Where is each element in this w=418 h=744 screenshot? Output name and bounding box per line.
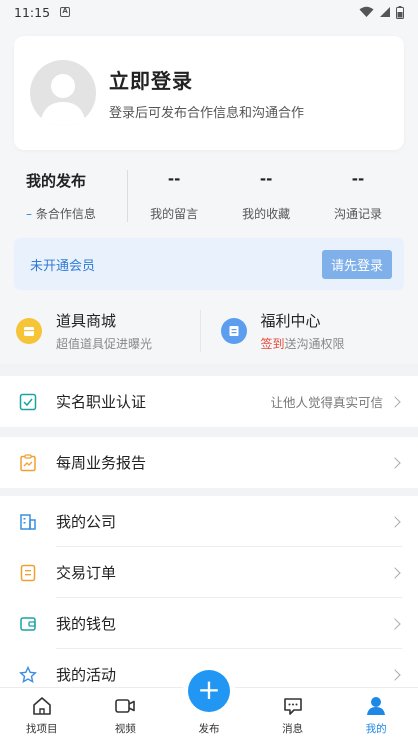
menu-group-report: 每周业务报告	[0, 437, 418, 488]
menu-item-weekly-report[interactable]: 每周业务报告	[0, 437, 418, 488]
check-box-icon	[18, 392, 38, 412]
quick-subtitle: 送沟通权限	[284, 337, 345, 351]
chevron-right-icon	[389, 515, 401, 528]
sim-notification-icon: A	[60, 7, 71, 17]
message-icon	[281, 694, 305, 718]
chevron-right-icon	[389, 617, 401, 630]
video-icon	[113, 694, 137, 718]
building-icon	[18, 512, 38, 532]
menu-label: 每周业务报告	[56, 454, 147, 472]
welfare-center-link[interactable]: 福利中心 签到送沟通权限	[199, 310, 405, 352]
stat-favorites[interactable]: -- 我的收藏	[220, 170, 312, 222]
status-bar: 11:15 A	[0, 0, 418, 24]
stat-value: --	[259, 170, 273, 188]
stat-label: 沟通记录	[334, 207, 383, 221]
stat-publish-label: 条合作信息	[35, 207, 96, 221]
vip-banner[interactable]: 未开通会员 请先登录	[14, 238, 404, 290]
stats-row: 我的发布 – 条合作信息 -- 我的留言 -- 我的收藏 -- 沟通记录	[14, 170, 404, 222]
status-time: 11:15	[14, 4, 51, 20]
menu-item-wallet[interactable]: 我的钱包	[0, 598, 418, 649]
shop-icon	[16, 318, 42, 344]
menu-label: 实名职业认证	[56, 393, 147, 411]
bottom-tab-bar: 找项目 视频 + 发布 消息 我的	[0, 670, 418, 744]
home-icon	[30, 694, 54, 718]
clipboard-chart-icon	[18, 453, 38, 473]
user-icon	[364, 694, 388, 718]
tab-publish[interactable]: + 发布	[167, 670, 251, 744]
profile-section: 立即登录 登录后可发布合作信息和沟通合作 我的发布 – 条合作信息 -- 我的留…	[0, 24, 418, 364]
stat-title: 我的发布	[26, 172, 87, 190]
menu-item-orders[interactable]: 交易订单	[0, 547, 418, 598]
login-title[interactable]: 立即登录	[109, 65, 304, 94]
stat-label: 我的收藏	[242, 207, 291, 221]
stat-label: 我的留言	[150, 207, 199, 221]
stat-messages[interactable]: -- 我的留言	[128, 170, 220, 222]
signal-icon	[380, 7, 390, 17]
list-icon	[220, 318, 247, 344]
tab-label: 找项目	[26, 723, 58, 735]
chevron-right-icon	[389, 395, 401, 408]
signin-highlight: 签到	[260, 337, 285, 351]
tab-label: 视频	[114, 723, 136, 735]
tab-label: 我的	[365, 723, 387, 735]
menu-item-verify[interactable]: 实名职业认证 让他人觉得真实可信	[0, 376, 418, 427]
tab-label: 发布	[198, 723, 220, 735]
stat-value: --	[351, 170, 365, 188]
stat-contact-records[interactable]: -- 沟通记录	[312, 170, 404, 222]
vip-status-text: 未开通会员	[30, 258, 96, 274]
tab-label: 消息	[282, 723, 304, 735]
tab-mine[interactable]: 我的	[334, 688, 418, 744]
menu-group-verify: 实名职业认证 让他人觉得真实可信	[0, 376, 418, 427]
menu-label: 我的公司	[56, 513, 117, 531]
quick-subtitle: 超值道具促进曝光	[56, 337, 153, 351]
quick-links: 道具商城 超值道具促进曝光 福利中心 签到送沟通权限	[14, 302, 404, 360]
battery-icon	[396, 5, 404, 19]
chevron-right-icon	[389, 566, 401, 579]
menu-label: 交易订单	[56, 564, 117, 582]
login-first-button[interactable]: 请先登录	[321, 249, 392, 279]
login-subtitle: 登录后可发布合作信息和沟通合作	[109, 106, 305, 121]
stat-value: --	[167, 170, 181, 188]
wifi-icon	[359, 6, 374, 17]
default-avatar-icon	[40, 74, 86, 126]
tab-messages[interactable]: 消息	[251, 688, 335, 744]
chevron-right-icon	[389, 456, 401, 469]
stat-my-publish[interactable]: 我的发布 – 条合作信息	[14, 170, 129, 222]
prop-shop-link[interactable]: 道具商城 超值道具促进曝光	[14, 310, 200, 352]
tab-find-projects[interactable]: 找项目	[0, 688, 84, 744]
menu-label: 我的钱包	[56, 615, 117, 633]
wallet-icon	[18, 614, 38, 634]
avatar[interactable]	[30, 60, 96, 126]
quick-title: 道具商城	[56, 312, 117, 330]
login-card[interactable]: 立即登录 登录后可发布合作信息和沟通合作	[14, 36, 404, 150]
tab-video[interactable]: 视频	[84, 688, 168, 744]
plus-icon[interactable]: +	[187, 670, 230, 712]
chevron-right-icon	[389, 668, 401, 681]
stat-publish-count: –	[26, 207, 32, 221]
order-icon	[18, 563, 38, 583]
menu-item-company[interactable]: 我的公司	[0, 496, 418, 547]
quick-title: 福利中心	[260, 312, 321, 330]
menu-hint: 让他人觉得真实可信	[270, 395, 383, 410]
star-icon	[18, 665, 38, 685]
